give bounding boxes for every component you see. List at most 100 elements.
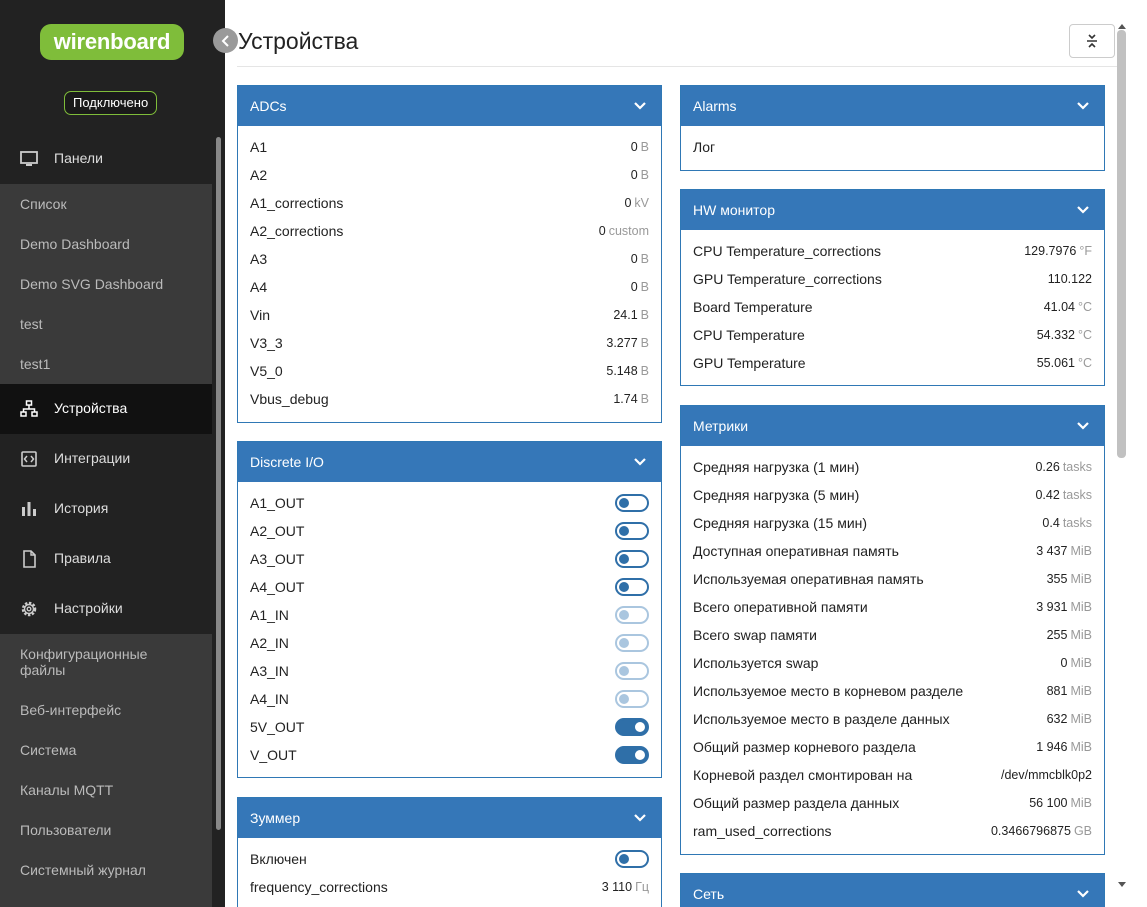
- control-name: A4: [250, 279, 268, 295]
- control-row: CPU Temperature 54.332 °C: [681, 320, 1104, 348]
- panel-hw-monitor: HW монитор CPU Temperature_corrections 12…: [680, 189, 1105, 386]
- integrations-icon: [21, 451, 37, 467]
- sidebar-item-label: Правила: [54, 550, 111, 566]
- devices-icon: [20, 400, 38, 417]
- control-row: A2_IN: [238, 628, 661, 656]
- toggle-switch: [615, 634, 649, 652]
- submenu-item-list[interactable]: Список: [20, 196, 67, 212]
- control-row: 5V_OUT: [238, 712, 661, 740]
- panel-header[interactable]: Метрики: [681, 406, 1104, 446]
- control-value: 3 931 MiB: [1036, 600, 1092, 614]
- unit-text: tasks: [1062, 516, 1092, 530]
- submenu-item-system-log[interactable]: Системный журнал: [20, 862, 146, 878]
- sidebar-item-settings[interactable]: Настройки: [0, 584, 212, 634]
- toggle-switch[interactable]: [615, 850, 649, 868]
- submenu-item-config-files[interactable]: Конфигурационные файлы: [20, 646, 170, 678]
- collapse-sidebar-button[interactable]: [213, 28, 238, 53]
- submenu-item-demo-svg-dashboard[interactable]: Demo SVG Dashboard: [20, 276, 163, 292]
- panel-body: A1 0 В A2 0 В A1_corrections 0 kV A2_corrections 0…: [238, 126, 661, 412]
- value-text: 0: [598, 224, 606, 238]
- control-value: 129.7976 °F: [1024, 244, 1092, 258]
- control-name: Используемое место в разделе данных: [693, 711, 950, 727]
- unit-text: tasks: [1062, 488, 1092, 502]
- submenu-item-test1[interactable]: test1: [20, 356, 50, 372]
- control-row: Используемая оперативная память 355 MiB: [681, 564, 1104, 592]
- value-text: 355: [1046, 572, 1068, 586]
- control-value: 0В: [631, 140, 649, 154]
- panel-buzzer: Зуммер Включен frequency_corrections 3 110…: [237, 797, 662, 907]
- panel-header[interactable]: Alarms: [681, 86, 1104, 126]
- panel-title: Метрики: [693, 418, 749, 434]
- toggle-switch[interactable]: [615, 746, 649, 764]
- sidebar-item-label: Интеграции: [54, 450, 131, 466]
- control-name: V3_3: [250, 335, 283, 351]
- unit-text: MiB: [1070, 712, 1092, 726]
- sidebar-item-devices[interactable]: Устройства: [0, 384, 212, 434]
- control-row: Используется swap 0 MiB: [681, 648, 1104, 676]
- unit-text: В: [640, 280, 649, 294]
- sidebar-scrollbar[interactable]: [216, 137, 221, 830]
- submenu-item-demo-dashboard[interactable]: Demo Dashboard: [20, 236, 130, 252]
- control-name: GPU Temperature_corrections: [693, 271, 882, 287]
- toggle-switch[interactable]: [615, 494, 649, 512]
- submenu-item-test[interactable]: test: [20, 316, 43, 332]
- control-value: 54.332 °C: [1037, 328, 1092, 342]
- submenu-item-system[interactable]: Система: [20, 742, 76, 758]
- panel-header[interactable]: HW монитор: [681, 190, 1104, 230]
- toggle-switch[interactable]: [615, 522, 649, 540]
- submenu-item-users[interactable]: Пользователи: [20, 822, 111, 838]
- panel-body: CPU Temperature_corrections 129.7976 °F GPU…: [681, 230, 1104, 376]
- scroll-down-arrow[interactable]: [1118, 882, 1126, 887]
- panel-header[interactable]: Зуммер: [238, 798, 661, 838]
- control-row: V5_0 5.148 В: [238, 356, 661, 384]
- chevron-down-icon: [1077, 102, 1089, 110]
- value-text: 0.42: [1035, 488, 1060, 502]
- wirenboard-logo[interactable]: wirenboard: [40, 24, 184, 60]
- control-row: Всего оперативной памяти 3 931 MiB: [681, 592, 1104, 620]
- control-name: 5V_OUT: [250, 719, 305, 735]
- unit-text: °F: [1079, 244, 1092, 258]
- value-text: 0: [630, 168, 638, 182]
- collapse-all-button[interactable]: [1069, 24, 1115, 58]
- unit-text: В: [640, 168, 649, 182]
- control-row: A2_corrections 0 custom: [238, 216, 661, 244]
- control-row: A4_OUT: [238, 572, 661, 600]
- toggle-switch: [615, 690, 649, 708]
- panel-header[interactable]: ADCs: [238, 86, 661, 126]
- control-value: 0В: [631, 280, 649, 294]
- unit-text: °C: [1077, 300, 1092, 314]
- control-row: A3_IN: [238, 656, 661, 684]
- unit-text: MiB: [1070, 544, 1092, 558]
- chart-icon: [22, 502, 36, 516]
- control-name: Доступная оперативная память: [693, 543, 899, 559]
- control-value: 0.4 tasks: [1042, 516, 1092, 530]
- control-name: A1_IN: [250, 607, 289, 623]
- unit-text: В: [640, 252, 649, 266]
- sidebar-item-rules[interactable]: Правила: [0, 534, 212, 584]
- panel-header[interactable]: Discrete I/O: [238, 442, 661, 482]
- toggle-switch[interactable]: [615, 578, 649, 596]
- panel-title: Сеть: [693, 886, 725, 902]
- scroll-up-arrow[interactable]: [1118, 24, 1126, 29]
- toggle-knob: [619, 498, 629, 508]
- control-value: 0.3466796875 GB: [991, 824, 1092, 838]
- sidebar-item-integrations[interactable]: Интеграции: [0, 434, 212, 484]
- toggle-switch[interactable]: [615, 550, 649, 568]
- toggle-switch[interactable]: [615, 718, 649, 736]
- control-row: A1_corrections 0 kV: [238, 188, 661, 216]
- main-scrollbar[interactable]: [1117, 30, 1126, 458]
- submenu-item-web-ui[interactable]: Веб-интерфейс: [20, 702, 121, 718]
- panel-alarms: Alarms Лог: [680, 85, 1105, 171]
- control-name: CPU Temperature_corrections: [693, 243, 882, 259]
- control-value: 1.74 В: [613, 392, 649, 406]
- submenu-item-mqtt-channels[interactable]: Каналы MQTT: [20, 782, 113, 798]
- dashboards-submenu: Список Demo Dashboard Demo SVG Dashboard…: [0, 184, 212, 384]
- unit-text: °C: [1077, 356, 1092, 370]
- unit-text: GB: [1073, 824, 1092, 838]
- sidebar-item-panels[interactable]: Панели: [0, 134, 212, 184]
- sidebar-item-label: История: [54, 500, 109, 516]
- control-value: 355 MiB: [1047, 572, 1092, 586]
- sidebar-item-history[interactable]: История: [0, 484, 212, 534]
- chevron-down-icon: [634, 814, 646, 822]
- panel-header[interactable]: Сеть: [681, 874, 1104, 907]
